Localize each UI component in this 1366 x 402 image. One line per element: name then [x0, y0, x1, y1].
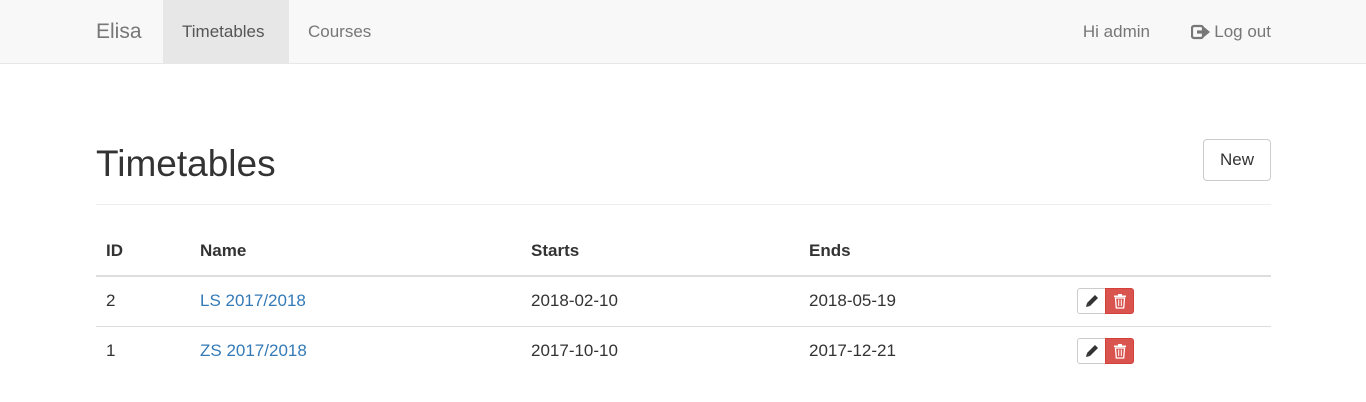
- cell-ends: 2018-05-19: [799, 276, 1067, 327]
- timetables-table: ID Name Starts Ends 2 LS 2017/2018 2018-…: [96, 226, 1271, 376]
- page-title: Timetables: [96, 143, 276, 184]
- nav-item-courses[interactable]: Courses: [289, 0, 390, 63]
- cell-id: 2: [96, 276, 190, 327]
- brand-link[interactable]: Elisa: [96, 0, 142, 64]
- page-header: Timetables New: [96, 138, 1271, 205]
- edit-button[interactable]: [1077, 288, 1106, 315]
- table-row: 2 LS 2017/2018 2018-02-10 2018-05-19: [96, 276, 1271, 327]
- timetable-link[interactable]: ZS 2017/2018: [200, 341, 307, 360]
- cell-actions: [1067, 276, 1271, 327]
- timetable-link[interactable]: LS 2017/2018: [200, 291, 306, 310]
- logout-link[interactable]: Log out: [1191, 0, 1271, 64]
- cell-id: 1: [106, 341, 116, 361]
- logout-label: Log out: [1214, 22, 1271, 41]
- column-header-ends: Ends: [799, 226, 1067, 277]
- log-out-icon: [1191, 24, 1211, 40]
- delete-button[interactable]: [1105, 338, 1134, 365]
- row-action-group: [1077, 338, 1134, 365]
- cell-actions: [1067, 326, 1271, 376]
- cell-name: LS 2017/2018: [190, 276, 521, 327]
- table-header-row: ID Name Starts Ends: [96, 226, 1271, 277]
- trash-icon: [1113, 344, 1126, 359]
- user-greeting: Hi admin: [1082, 22, 1150, 41]
- cell-starts: 2017-10-10: [531, 341, 618, 361]
- pencil-icon: [1085, 295, 1098, 308]
- new-timetable-button[interactable]: New: [1203, 139, 1271, 181]
- cell-ends: 2017-12-21: [809, 341, 896, 361]
- column-header-starts: Starts: [521, 226, 799, 277]
- edit-button[interactable]: [1077, 338, 1106, 365]
- row-action-group: [1077, 288, 1134, 315]
- nav-item-timetables[interactable]: Timetables: [163, 0, 289, 63]
- column-header-id: ID: [96, 226, 190, 277]
- table-row: 1 ZS 2017/2018 2017-10-10 2017-12-21: [96, 326, 1271, 376]
- trash-icon: [1113, 294, 1126, 309]
- delete-button[interactable]: [1105, 288, 1134, 315]
- top-navbar: Elisa Timetables Courses Hi admin Log ou…: [0, 0, 1366, 64]
- pencil-icon: [1085, 345, 1098, 358]
- column-header-actions: [1067, 226, 1271, 277]
- cell-starts: 2018-02-10: [521, 276, 799, 327]
- column-header-name: Name: [190, 226, 521, 277]
- cell-name: ZS 2017/2018: [190, 326, 521, 376]
